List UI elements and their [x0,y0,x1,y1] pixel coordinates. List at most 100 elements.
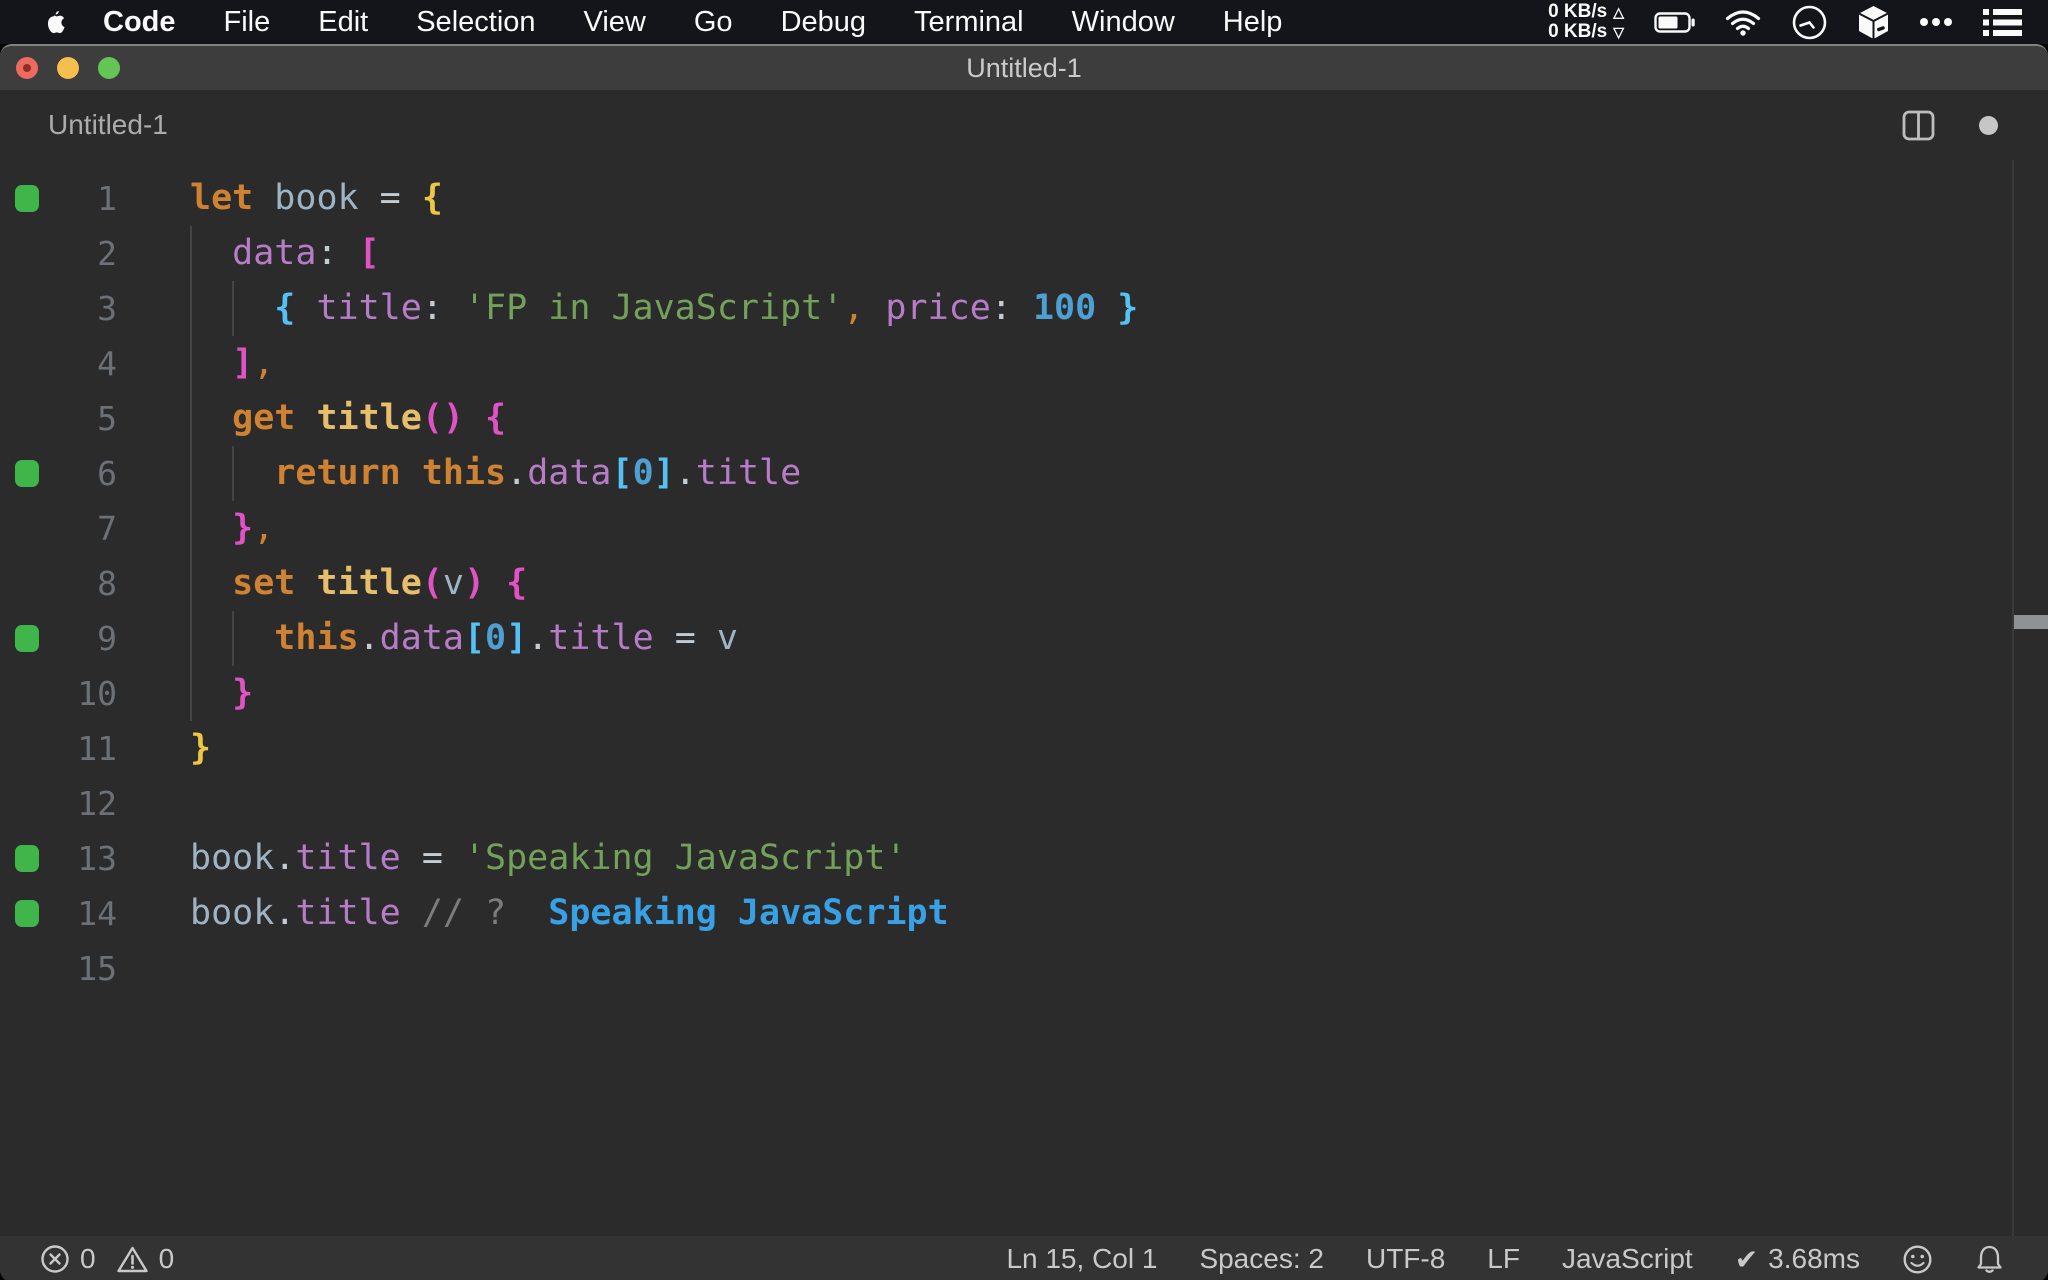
screen: CodeFileEditSelectionViewGoDebugTerminal… [0,0,2048,1280]
exec-time-value: 3.68ms [1768,1243,1860,1275]
indent-guide [190,226,192,281]
line-number: 11 [56,729,117,768]
menu-terminal[interactable]: Terminal [890,6,1048,39]
feedback-smiley-button[interactable] [1902,1244,1933,1275]
ellipsis-icon[interactable] [1919,17,1953,27]
menu-file[interactable]: File [200,6,295,39]
network-speed-widget[interactable]: 0 KB/s△ 0 KB/s▽ [1548,2,1624,42]
line-number: 12 [56,784,117,823]
minimize-button[interactable] [57,57,79,79]
indentation-setting[interactable]: Spaces: 2 [1199,1243,1324,1275]
status-bar: 0 0 Ln 15, Col 1 Spaces: 2 UTF-8 LF Java… [0,1236,2048,1280]
gutter [0,900,56,927]
eol-setting[interactable]: LF [1487,1243,1520,1275]
menu-items: CodeFileEditSelectionViewGoDebugTerminal… [79,6,1306,39]
menu-code[interactable]: Code [79,6,200,39]
coverage-indicator [15,460,39,487]
coverage-indicator [15,900,39,927]
battery-icon[interactable] [1654,12,1695,33]
language-mode[interactable]: JavaScript [1562,1243,1693,1275]
overview-ruler-marker[interactable] [2014,615,2048,629]
line-number: 2 [56,234,117,273]
wifi-icon[interactable] [1725,9,1761,36]
indent-guide [190,666,192,721]
indent-guide [190,611,192,666]
encoding-setting[interactable]: UTF-8 [1366,1243,1445,1275]
warning-count: 0 [159,1243,175,1275]
clock-icon[interactable] [1791,4,1828,41]
code-line[interactable]: 14book.title // ? Speaking JavaScript [0,886,2048,941]
coverage-indicator [15,625,39,652]
line-content: }, [184,501,2014,556]
code-editor[interactable]: 1let book = {2 data: [3 { title: 'FP in … [0,160,2048,1236]
indent-guide [190,556,192,611]
code-line[interactable]: 10 } [0,666,2048,721]
menu-view[interactable]: View [560,6,670,39]
gutter [0,185,56,212]
line-number: 9 [56,619,117,658]
code-line[interactable]: 3 { title: 'FP in JavaScript', price: 10… [0,281,2048,336]
indent-guide [232,281,234,336]
cursor-position[interactable]: Ln 15, Col 1 [1006,1243,1157,1275]
line-content: book.title // ? Speaking JavaScript [184,886,2014,941]
notifications-bell-button[interactable] [1975,1244,2004,1275]
code-line[interactable]: 15 [0,941,2048,996]
title-bar[interactable]: Untitled-1 [0,46,2048,90]
code-line[interactable]: 9 this.data[0].title = v [0,611,2048,666]
line-number: 15 [56,949,117,988]
code-line[interactable]: 8 set title(v) { [0,556,2048,611]
code-line[interactable]: 4 ], [0,336,2048,391]
line-number: 1 [56,179,117,218]
line-content: } [184,721,2014,776]
modified-indicator-dot[interactable] [1979,116,1998,135]
gutter [0,625,56,652]
line-number: 8 [56,564,117,603]
line-content: book.title = 'Speaking JavaScript' [184,831,2014,886]
quokka-exec-time[interactable]: ✔ 3.68ms [1735,1243,1860,1276]
code-line[interactable]: 7 }, [0,501,2048,556]
coverage-indicator [15,185,39,212]
gutter [0,460,56,487]
window-title: Untitled-1 [966,53,1082,84]
menu-help[interactable]: Help [1199,6,1307,39]
indent-guide [190,446,192,501]
gutter [0,845,56,872]
code-line[interactable]: 6 return this.data[0].title [0,446,2048,501]
menu-debug[interactable]: Debug [757,6,890,39]
overview-ruler-border [2012,160,2014,1236]
error-count: 0 [80,1243,96,1275]
line-content: return this.data[0].title [184,446,2014,501]
apple-menu[interactable] [30,10,79,35]
code-line[interactable]: 5 get title() { [0,391,2048,446]
upload-arrow-icon: △ [1613,2,1624,22]
menu-go[interactable]: Go [670,6,757,39]
list-icon[interactable] [1983,8,2022,37]
code-line[interactable]: 12 [0,776,2048,831]
line-content: { title: 'FP in JavaScript', price: 100 … [184,281,2014,336]
line-number: 3 [56,289,117,328]
menu-edit[interactable]: Edit [294,6,392,39]
split-editor-button[interactable] [1902,110,1935,141]
line-number: 13 [56,839,117,878]
indent-guide [190,501,192,556]
coverage-indicator [15,845,39,872]
problems-button[interactable]: 0 0 [40,1243,184,1275]
line-content: set title(v) { [184,556,2014,611]
editor-header: Untitled-1 [0,90,2048,160]
zoom-button[interactable] [98,57,120,79]
indent-guide [232,611,234,666]
indent-guide [190,391,192,446]
code-line[interactable]: 11} [0,721,2048,776]
line-content: data: [ [184,226,2014,281]
code-line[interactable]: 2 data: [ [0,226,2048,281]
close-button[interactable] [16,57,38,79]
code-line[interactable]: 1let book = { [0,171,2048,226]
apple-icon [44,10,65,35]
cube-icon[interactable] [1858,5,1889,40]
menu-selection[interactable]: Selection [392,6,559,39]
menubar-status-icons: 0 KB/s△ 0 KB/s▽ [1548,2,2048,42]
code-line[interactable]: 13 book.title = 'Speaking JavaScript' [0,831,2048,886]
line-number: 7 [56,509,117,548]
menu-window[interactable]: Window [1048,6,1199,39]
editor-actions [1902,110,2048,141]
